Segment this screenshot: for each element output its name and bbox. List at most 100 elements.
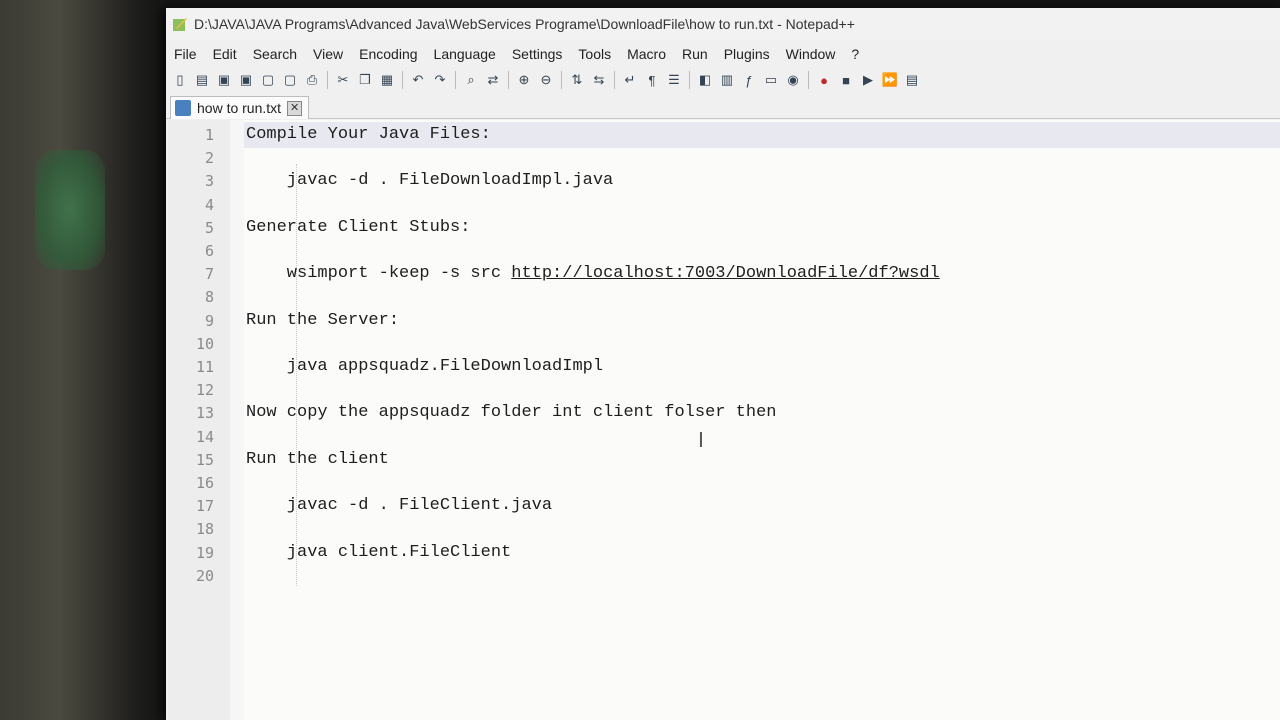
- line-number: 16: [195, 474, 214, 492]
- toolbar-separator: [561, 71, 562, 89]
- open-file-icon[interactable]: ▤: [192, 70, 212, 90]
- code-line: Now copy the appsquadz folder int client…: [246, 403, 777, 422]
- code-text: java appsquadz.FileDownloadImpl: [246, 357, 604, 376]
- close-all-icon[interactable]: ▢: [280, 70, 300, 90]
- menu-run[interactable]: Run: [674, 46, 716, 62]
- background-object: [35, 150, 105, 270]
- code-text: wsimport -keep -s src: [246, 264, 512, 284]
- line-number: 11: [195, 358, 214, 376]
- fold-margin: [230, 120, 244, 720]
- menu-file[interactable]: File: [166, 46, 205, 62]
- code-line: javac -d . FileClient.java: [246, 496, 552, 515]
- line-number: 7: [204, 265, 214, 284]
- line-number: 12: [195, 381, 214, 400]
- line-number: 3: [204, 172, 214, 191]
- toolbar-separator: [455, 71, 456, 89]
- mouse-ibeam-cursor: I: [698, 428, 704, 452]
- code-text: javac -d . FileClient.java: [246, 496, 553, 516]
- line-number: 20: [195, 566, 214, 585]
- line-number: 15: [195, 450, 214, 469]
- toolbar-separator: [508, 71, 509, 89]
- code-text: Now copy the appsquadz folder int client…: [246, 403, 777, 423]
- line-number: 9: [204, 311, 214, 330]
- redo-icon[interactable]: ↷: [430, 70, 450, 90]
- menu-help[interactable]: ?: [843, 46, 867, 62]
- line-number: 14: [195, 427, 214, 446]
- find-icon[interactable]: ⌕: [461, 70, 481, 90]
- line-number: 2: [204, 149, 214, 168]
- code-line: java appsquadz.FileDownloadImpl: [246, 357, 603, 376]
- code-line: Run the Server:: [246, 311, 399, 330]
- copy-icon[interactable]: ❐: [355, 70, 375, 90]
- line-number: 18: [195, 520, 214, 539]
- function-list-icon[interactable]: ƒ: [739, 70, 759, 90]
- line-number: 19: [195, 543, 214, 562]
- menu-search[interactable]: Search: [245, 46, 305, 62]
- code-line: Run the client: [246, 450, 389, 469]
- play-macro-icon[interactable]: ▶: [858, 70, 878, 90]
- line-number: 5: [204, 218, 214, 237]
- notepad-plus-plus-icon: [172, 16, 188, 32]
- menu-macro[interactable]: Macro: [619, 46, 674, 62]
- show-all-chars-icon[interactable]: ¶: [642, 70, 662, 90]
- tab-how-to-run[interactable]: how to run.txt ✕: [170, 96, 310, 119]
- save-all-icon[interactable]: ▣: [236, 70, 256, 90]
- menu-plugins[interactable]: Plugins: [716, 46, 778, 62]
- code-text: java client.FileClient: [246, 542, 512, 562]
- toolbar-separator: [327, 71, 328, 89]
- line-number: 8: [204, 288, 214, 307]
- replace-icon[interactable]: ⇄: [483, 70, 503, 90]
- line-number: 17: [195, 497, 214, 516]
- menu-window[interactable]: Window: [778, 46, 844, 62]
- folder-as-workspace-icon[interactable]: ▭: [761, 70, 781, 90]
- document-map-icon[interactable]: ▥: [717, 70, 737, 90]
- text-editor[interactable]: 1 Compile Your Java Files: 2 3 javac -d . F…: [168, 120, 1280, 720]
- tab-label: how to run.txt: [197, 100, 282, 116]
- close-tab-icon[interactable]: ✕: [287, 100, 303, 116]
- toolbar-separator: [689, 71, 690, 89]
- window-title: D:\JAVA\JAVA Programs\Advanced Java\WebS…: [194, 16, 855, 32]
- url-link[interactable]: http://localhost:7003/DownloadFile/df?ws…: [511, 264, 939, 283]
- zoom-out-icon[interactable]: ⊖: [536, 70, 556, 90]
- menu-settings[interactable]: Settings: [504, 46, 571, 62]
- code-line: java client.FileClient: [246, 543, 511, 562]
- file-saved-icon: [175, 100, 191, 116]
- play-multiple-icon[interactable]: ⏩: [880, 70, 900, 90]
- indent-guide-icon[interactable]: ☰: [664, 70, 684, 90]
- code-text: Run the client: [246, 449, 389, 469]
- cut-icon[interactable]: ✂: [333, 70, 353, 90]
- notepad-window: D:\JAVA\JAVA Programs\Advanced Java\WebS…: [166, 8, 1280, 720]
- menu-view[interactable]: View: [305, 46, 351, 62]
- code-line: Compile Your Java Files:: [246, 125, 491, 144]
- monitoring-icon[interactable]: ◉: [783, 70, 803, 90]
- toolbar-separator: [614, 71, 615, 89]
- title-bar: D:\JAVA\JAVA Programs\Advanced Java\WebS…: [166, 8, 1280, 40]
- undo-icon[interactable]: ↶: [408, 70, 428, 90]
- stop-macro-icon[interactable]: ■: [836, 70, 856, 90]
- toolbar-separator: [402, 71, 403, 89]
- print-icon[interactable]: ⎙: [302, 70, 322, 90]
- menu-tools[interactable]: Tools: [570, 46, 619, 62]
- word-wrap-icon[interactable]: ↵: [620, 70, 640, 90]
- line-number: 10: [195, 334, 214, 353]
- tab-bar: how to run.txt ✕: [166, 94, 1280, 119]
- menu-bar: File Edit Search View Encoding Language …: [166, 42, 1280, 66]
- new-file-icon[interactable]: ▯: [170, 70, 190, 90]
- zoom-in-icon[interactable]: ⊕: [514, 70, 534, 90]
- line-number: 13: [195, 404, 214, 423]
- code-line: Generate Client Stubs:: [246, 218, 470, 237]
- paste-icon[interactable]: ▦: [377, 70, 397, 90]
- close-icon[interactable]: ▢: [258, 70, 278, 90]
- menu-encoding[interactable]: Encoding: [351, 46, 425, 62]
- code-text: javac -d . FileDownloadImpl.java: [246, 171, 614, 191]
- sync-horizontal-icon[interactable]: ⇆: [589, 70, 609, 90]
- save-macro-icon[interactable]: ▤: [902, 70, 922, 90]
- user-language-icon[interactable]: ◧: [695, 70, 715, 90]
- record-macro-icon[interactable]: ●: [814, 70, 834, 90]
- toolbar: ▯ ▤ ▣ ▣ ▢ ▢ ⎙ ✂ ❐ ▦ ↶ ↷ ⌕ ⇄ ⊕ ⊖ ⇅ ⇆ ↵ ¶ ☰ ◧ ▥ ƒ ▭ ◉ ● ■ ▶ ⏩ ▤: [170, 68, 980, 92]
- sync-vertical-icon[interactable]: ⇅: [567, 70, 587, 90]
- code-text: Run the Server:: [246, 310, 400, 330]
- save-icon[interactable]: ▣: [214, 70, 234, 90]
- menu-language[interactable]: Language: [426, 46, 504, 62]
- menu-edit[interactable]: Edit: [205, 46, 245, 62]
